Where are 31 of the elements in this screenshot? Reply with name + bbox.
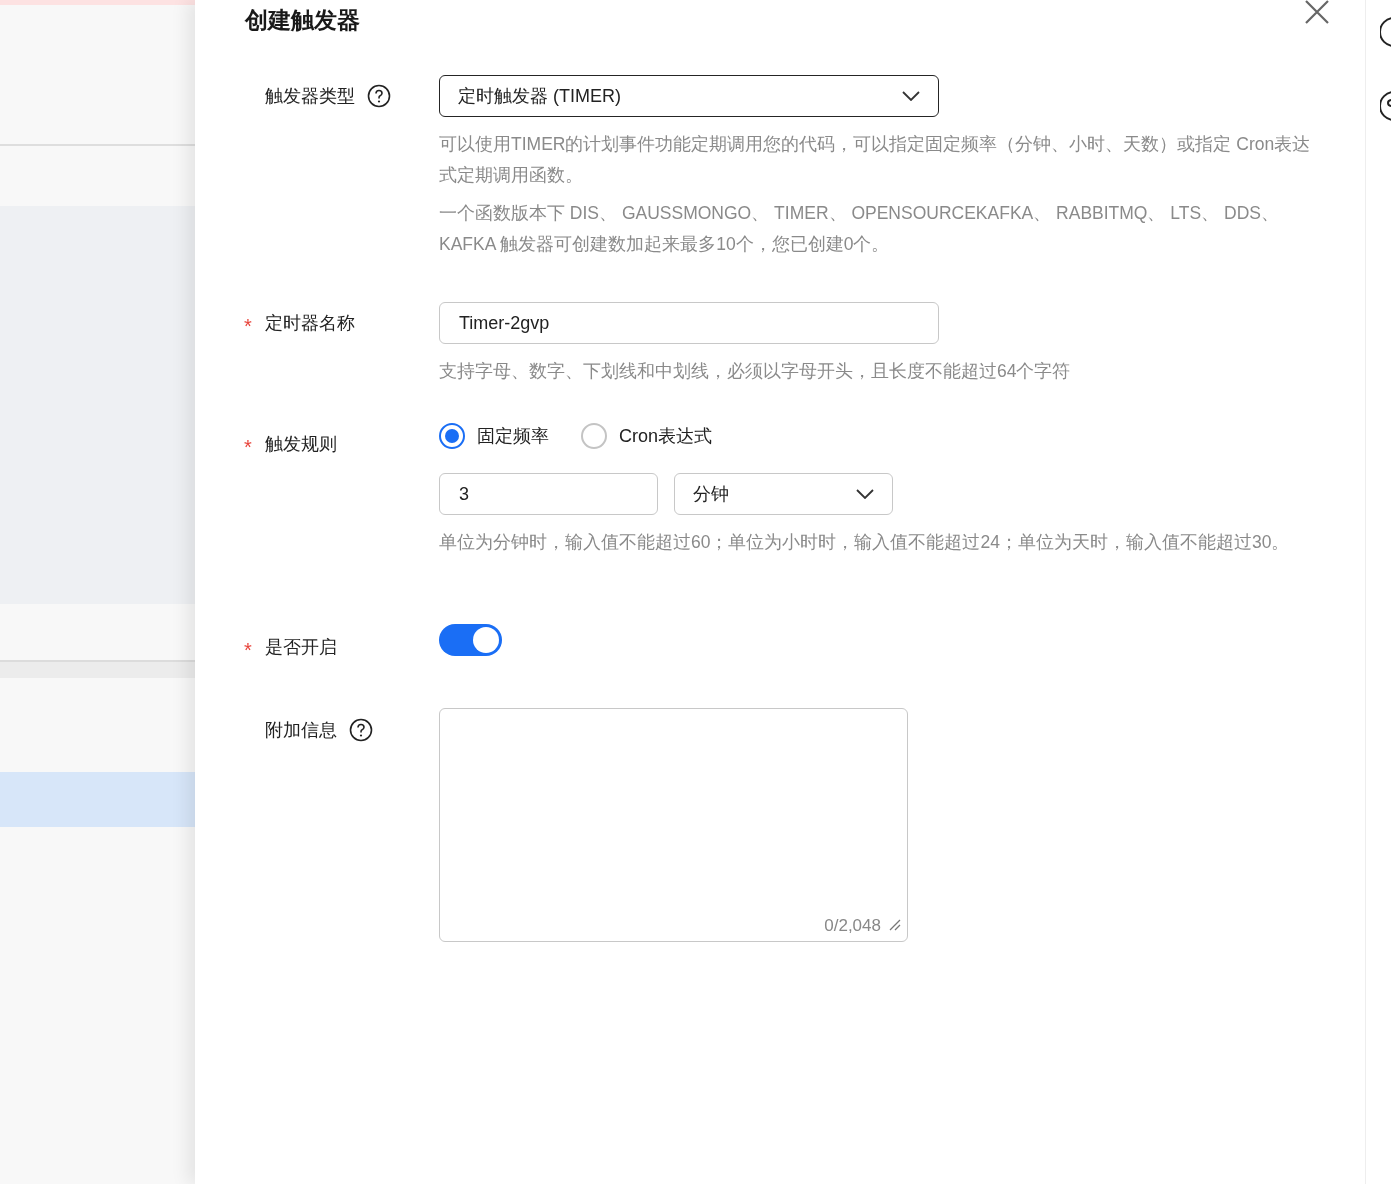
required-mark: * [244, 314, 252, 339]
character-counter: 0/2,048 [824, 914, 881, 937]
chevron-down-icon [856, 489, 874, 499]
hint-text: 一个函数版本下 DIS、 GAUSSMONGO、 TIMER、 OPENSOURCEKAFKA、 RABBITMQ、 LTS、 DDS、 KAFKA 触发器可创建数加起来最多10个，您已创建0个。 [439, 202, 1280, 256]
chevron-down-icon [902, 91, 920, 101]
field-label: 触发器类型 [265, 84, 355, 108]
field-label: 是否开启 [265, 635, 337, 659]
drawer-title: 创建触发器 [245, 6, 360, 35]
unit-select[interactable]: 分钟 [674, 473, 893, 515]
circle-icon[interactable] [1380, 90, 1391, 122]
hint-text: 单位为分钟时，输入值不能超过60；单位为小时时，输入值不能超过24；单位为天时，输入值不能超过30。 [439, 531, 1291, 554]
select-field[interactable]: 定时触发器 (TIMER) [439, 75, 939, 117]
required-mark: * [244, 435, 252, 460]
radio-button[interactable] [581, 423, 607, 449]
help-icon[interactable] [367, 84, 391, 108]
help-icon[interactable] [349, 718, 373, 742]
toggle-switch[interactable] [439, 624, 502, 656]
radio-option[interactable]: 固定频率 [439, 422, 549, 450]
hint-text: 支持字母、数字、下划线和中划线，必须以字母开头，且长度不能超过64个字符 [439, 360, 1072, 383]
text-area[interactable]: 0/2,048 [439, 708, 908, 942]
hint-text: 可以使用TIMER的计划事件功能定期调用您的代码，可以指定固定频率（分钟、小时、天数）或指定 Cron表达式定期调用函数。 [439, 133, 1312, 187]
radio-button[interactable] [439, 423, 465, 449]
field-label: 触发规则 [265, 432, 337, 456]
required-mark: * [244, 638, 252, 663]
text-input[interactable]: Timer-2gvp [439, 302, 939, 344]
close-icon[interactable] [1303, 0, 1331, 26]
field-label: 附加信息 [265, 718, 337, 742]
field-label: 定时器名称 [265, 311, 355, 335]
resize-handle-icon[interactable] [889, 919, 901, 932]
number-input[interactable]: 3 [439, 473, 658, 515]
radio-option[interactable]: Cron表达式 [581, 422, 712, 450]
